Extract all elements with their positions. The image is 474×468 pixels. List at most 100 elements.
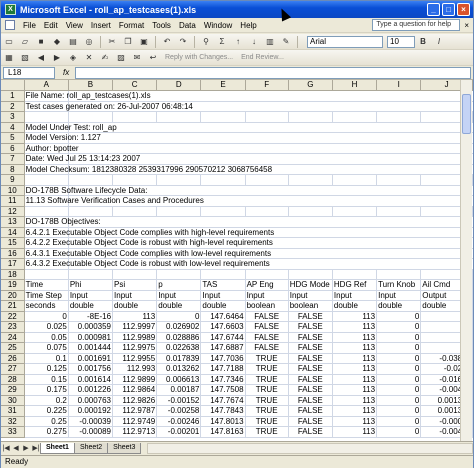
cell[interactable] — [112, 216, 157, 228]
data-cell[interactable]: FALSE — [288, 311, 333, 322]
data-cell[interactable]: 112.9749 — [112, 416, 158, 427]
next-sheet-arrow-icon[interactable]: ▶ — [21, 444, 31, 452]
data-cell[interactable]: 147.6603 — [200, 321, 246, 333]
data-cell[interactable]: 113 — [332, 426, 378, 438]
cell[interactable] — [288, 122, 333, 133]
cell[interactable] — [112, 143, 157, 154]
cell[interactable] — [376, 216, 421, 228]
horizontal-scrollbar[interactable] — [147, 442, 473, 454]
data-cell[interactable]: 0.15 — [24, 374, 69, 385]
data-cell[interactable]: 113 — [332, 332, 378, 343]
close-button[interactable]: × — [457, 3, 470, 16]
sheet-tab-sheet1[interactable]: Sheet1 — [40, 442, 75, 454]
cell-a[interactable] — [24, 111, 69, 123]
data-cell[interactable]: 0.001444 — [68, 342, 114, 354]
comment-icon[interactable]: ▧ — [18, 51, 32, 64]
data-cell[interactable]: 0 — [376, 384, 422, 396]
row-header[interactable]: 14 — [1, 227, 25, 238]
header-cell[interactable]: Input — [156, 290, 202, 301]
cell-a[interactable]: Author: bpotter — [24, 143, 79, 154]
cell[interactable] — [245, 269, 289, 280]
data-cell[interactable]: 0.075 — [24, 342, 69, 354]
cell[interactable] — [200, 206, 246, 217]
data-cell[interactable]: 113 — [332, 321, 378, 333]
cell[interactable] — [288, 206, 333, 217]
data-cell[interactable]: 147.7346 — [200, 374, 246, 385]
column-header-c[interactable]: C — [112, 80, 158, 91]
data-cell[interactable]: 147.8163 — [200, 426, 246, 438]
data-cell[interactable]: 113 — [332, 405, 378, 417]
font-name-select[interactable]: Arial — [307, 35, 383, 48]
data-cell[interactable]: 0 — [376, 332, 422, 343]
data-cell[interactable]: 0 — [156, 311, 202, 322]
preview-icon[interactable]: ◎ — [82, 35, 96, 48]
row-header[interactable]: 4 — [1, 122, 25, 133]
cell[interactable] — [332, 122, 377, 133]
row-header[interactable]: 6 — [1, 143, 25, 154]
cell[interactable] — [376, 90, 421, 102]
close-workbook-icon[interactable]: × — [464, 21, 469, 30]
cell[interactable] — [376, 111, 422, 123]
cell[interactable] — [112, 122, 157, 133]
name-box[interactable]: L18 — [3, 66, 55, 79]
data-cell[interactable]: 0.25 — [24, 416, 69, 427]
sort-descending-icon[interactable]: ↓ — [247, 35, 261, 48]
data-cell[interactable]: 0.2 — [24, 395, 69, 406]
cell[interactable] — [200, 90, 246, 102]
data-cell[interactable]: TRUE — [245, 405, 289, 417]
mail-icon[interactable]: ✉ — [130, 51, 144, 64]
cell[interactable] — [288, 153, 333, 165]
data-cell[interactable]: 0 — [376, 405, 422, 417]
row-header[interactable]: 29 — [1, 384, 25, 396]
cell[interactable] — [376, 269, 422, 280]
data-cell[interactable]: TRUE — [245, 374, 289, 385]
data-cell[interactable]: 112.9989 — [112, 332, 158, 343]
data-cell[interactable]: -0.00258 — [156, 405, 202, 417]
data-cell[interactable]: TRUE — [245, 384, 289, 396]
data-cell[interactable]: 112.993 — [112, 363, 158, 375]
row-header[interactable]: 10 — [1, 185, 25, 196]
data-cell[interactable]: TRUE — [245, 426, 289, 438]
new-icon[interactable]: ▭ — [2, 35, 16, 48]
data-cell[interactable]: 0.025 — [24, 321, 69, 333]
menu-edit[interactable]: Edit — [40, 21, 62, 30]
first-sheet-arrow-icon[interactable]: |◀ — [1, 444, 11, 452]
cell[interactable] — [288, 248, 333, 259]
save-icon[interactable]: ■ — [34, 35, 48, 48]
cut-icon[interactable]: ✂ — [105, 35, 119, 48]
data-cell[interactable]: FALSE — [245, 321, 289, 333]
redo-icon[interactable]: ↷ — [176, 35, 190, 48]
sheet-tab-sheet2[interactable]: Sheet2 — [73, 442, 109, 454]
cell-a[interactable]: File Name: roll_ap_testcases(1).xls — [24, 90, 151, 102]
data-cell[interactable]: 112.9864 — [112, 384, 158, 396]
cell[interactable] — [332, 227, 377, 238]
header-cell[interactable]: Psi — [112, 279, 158, 291]
cell-a[interactable]: DO-178B Objectives: — [24, 216, 101, 228]
cell[interactable] — [156, 143, 201, 154]
cell[interactable] — [200, 174, 246, 186]
row-header[interactable]: 3 — [1, 111, 25, 123]
cell[interactable] — [200, 195, 246, 207]
cell-a[interactable]: Model Version: 1.127 — [24, 132, 101, 144]
header-cell[interactable]: boolean — [288, 300, 333, 312]
data-cell[interactable]: 113 — [332, 311, 378, 322]
row-header[interactable]: 31 — [1, 405, 25, 417]
next-comment-icon[interactable]: ▶ — [50, 51, 64, 64]
data-cell[interactable]: 112.9787 — [112, 405, 158, 417]
header-cell[interactable]: double — [332, 300, 378, 312]
cell[interactable] — [112, 206, 158, 217]
end-review-button[interactable]: End Review... — [241, 54, 284, 61]
cell[interactable] — [245, 206, 289, 217]
data-cell[interactable]: 113 — [332, 384, 378, 396]
data-cell[interactable]: 147.7508 — [200, 384, 246, 396]
data-cell[interactable]: 112.9713 — [112, 426, 158, 438]
paste-icon[interactable]: ▣ — [137, 35, 151, 48]
data-cell[interactable]: 0.125 — [24, 363, 69, 375]
prev-sheet-arrow-icon[interactable]: ◀ — [11, 444, 21, 452]
cell[interactable] — [245, 174, 289, 186]
row-header[interactable]: 27 — [1, 363, 25, 375]
row-header[interactable]: 16 — [1, 248, 25, 259]
cell[interactable] — [332, 153, 377, 165]
row-header[interactable]: 23 — [1, 321, 25, 333]
data-cell[interactable]: 0.022638 — [156, 342, 202, 354]
